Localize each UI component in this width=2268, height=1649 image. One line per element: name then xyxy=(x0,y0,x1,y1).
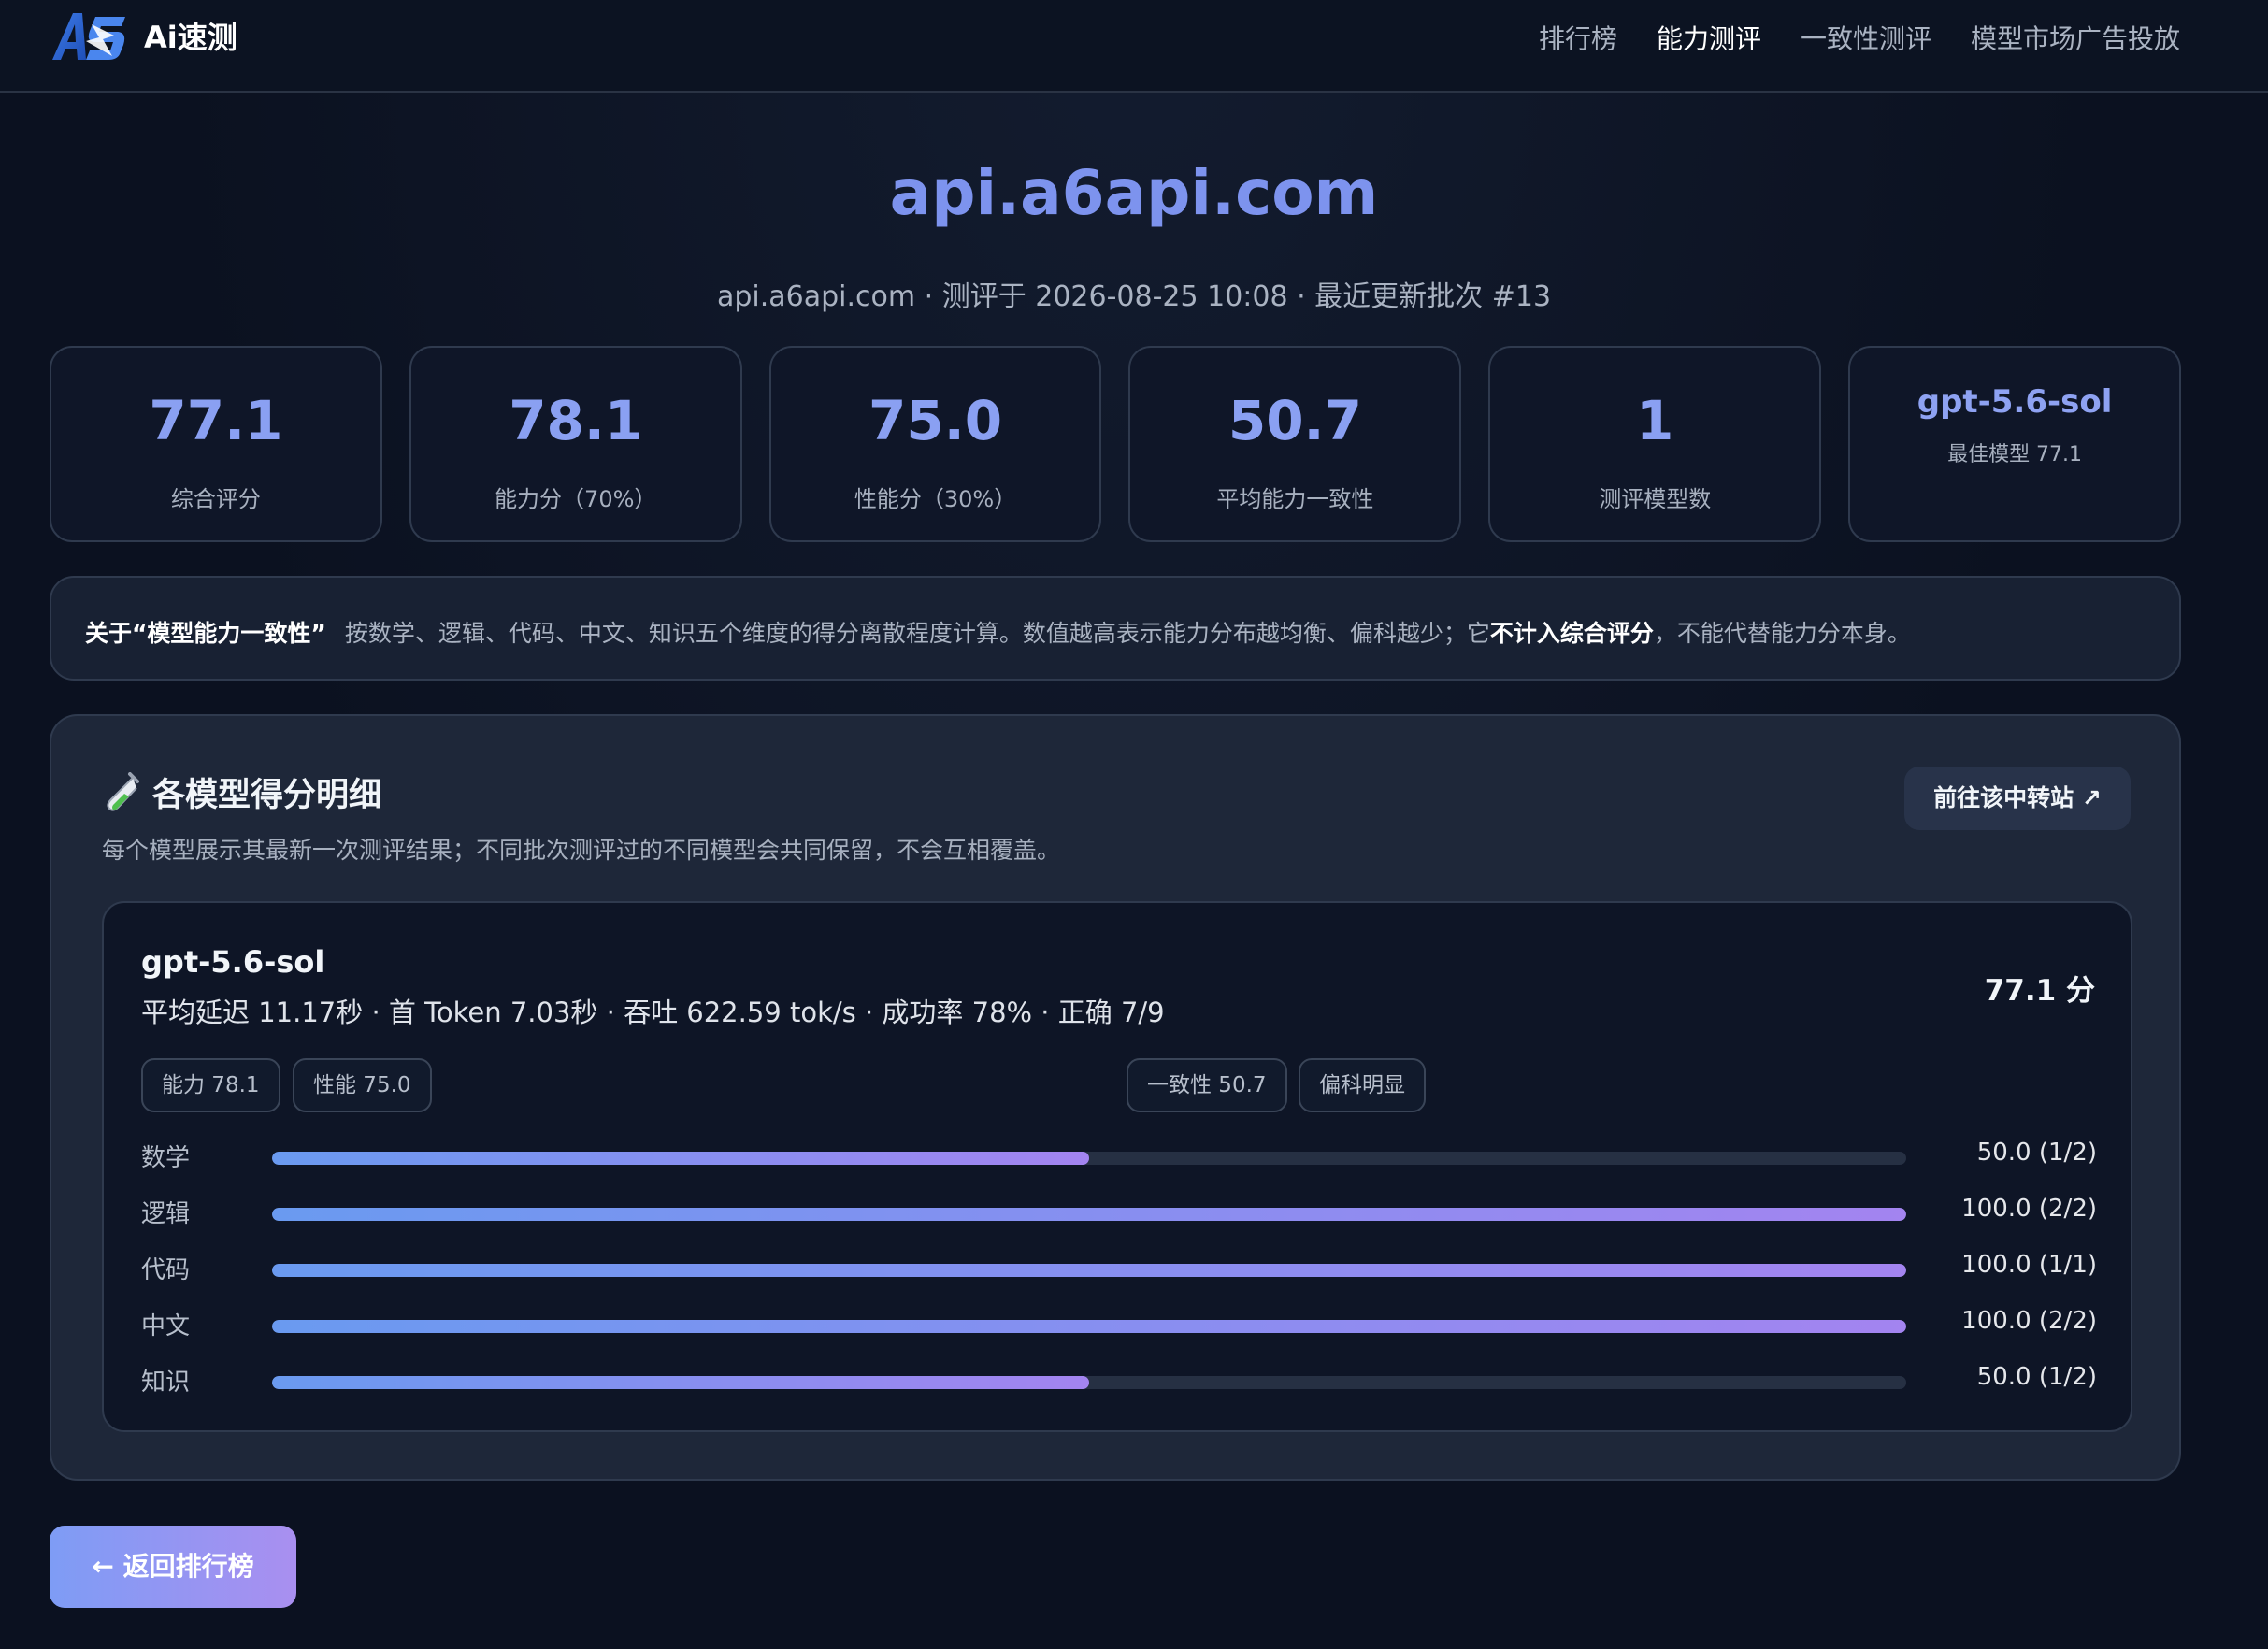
dimension-row: 知识 50.0 (1/2) xyxy=(141,1355,2097,1412)
consistency-note: 关于“模型能力一致性” 按数学、逻辑、代码、中文、知识五个维度的得分离散程度计算。… xyxy=(50,576,2181,681)
model-name: gpt-5.6-sol xyxy=(141,944,325,980)
stat-label: 平均能力一致性 xyxy=(1216,486,1374,512)
dimension-row: 中文 100.0 (2/2) xyxy=(141,1299,2097,1355)
stats-row: 77.1 综合评分 78.1 能力分（70%） 75.0 性能分（30%） 50… xyxy=(50,346,2181,542)
stat-card-performance: 75.0 性能分（30%） xyxy=(768,346,1102,542)
dimension-fill xyxy=(272,1152,1089,1165)
stat-card-model-count: 1 测评模型数 xyxy=(1488,346,1822,542)
dimension-value: 100.0 (1/1) xyxy=(1961,1251,2097,1279)
panel-title-text: 各模型得分明细 xyxy=(152,777,382,814)
brand-name: Ai速测 xyxy=(144,20,237,55)
model-score: 77.1 分 xyxy=(1984,974,2095,1008)
dimension-fill xyxy=(272,1264,1906,1277)
dimension-value: 50.0 (1/2) xyxy=(1976,1363,2097,1391)
note-text: 按数学、逻辑、代码、中文、知识五个维度的得分离散程度计算。数值越高表示能力分布越… xyxy=(344,620,1490,647)
dimension-value: 100.0 (2/2) xyxy=(1961,1195,2097,1223)
dimension-row: 逻辑 100.0 (2/2) xyxy=(141,1187,2097,1243)
page-title: api.a6api.com xyxy=(889,157,1379,229)
dimension-track xyxy=(272,1376,1906,1389)
note-title: 关于“模型能力一致性” xyxy=(85,620,326,647)
stat-card-overall: 77.1 综合评分 xyxy=(50,346,382,542)
stat-value: 75.0 xyxy=(868,389,1003,452)
dimension-fill xyxy=(272,1208,1906,1221)
logo-icon xyxy=(52,13,125,60)
dimension-track xyxy=(272,1320,1906,1333)
stat-card-best-model: gpt-5.6-sol 最佳模型 77.1 xyxy=(1848,346,2181,542)
stat-card-consistency: 50.7 平均能力一致性 xyxy=(1128,346,1462,542)
dimension-label: 知识 xyxy=(141,1369,191,1397)
stat-label: 综合评分 xyxy=(170,486,261,512)
ability-tag: 能力 78.1 xyxy=(141,1058,280,1112)
stat-label: 最佳模型 77.1 xyxy=(1947,443,2083,466)
panel-description: 每个模型展示其最新一次测评结果；不同批次测评过的不同模型会共同保留，不会互相覆盖… xyxy=(102,837,1061,864)
top-nav-bar: Ai速测 排行榜 能力测评 一致性测评 模型市场广告投放 xyxy=(0,0,2268,93)
model-metrics: 平均延迟 11.17秒 · 首 Token 7.03秒 · 吞吐 622.59 … xyxy=(141,997,1165,1028)
stat-value: 78.1 xyxy=(509,389,643,452)
consistency-tag: 一致性 50.7 xyxy=(1127,1058,1287,1112)
go-to-relay-button[interactable]: 前往该中转站 ↗ xyxy=(1904,767,2131,830)
dimension-track xyxy=(272,1208,1906,1221)
brand[interactable]: Ai速测 xyxy=(49,7,237,64)
dimension-label: 逻辑 xyxy=(141,1200,191,1228)
dimension-label: 中文 xyxy=(141,1312,191,1341)
stat-label: 能力分（70%） xyxy=(495,486,657,512)
nav-leaderboard[interactable]: 排行榜 xyxy=(1539,19,1617,56)
stat-label: 测评模型数 xyxy=(1599,486,1712,512)
stat-card-ability: 78.1 能力分（70%） xyxy=(409,346,742,542)
dimension-fill xyxy=(272,1320,1906,1333)
dimension-row: 数学 50.0 (1/2) xyxy=(141,1131,2097,1187)
note-text-end: ，不能代替能力分本身。 xyxy=(1653,620,1911,647)
page-subtitle: api.a6api.com · 测评于 2026-08-25 10:08 · 最… xyxy=(716,280,1552,313)
model-card: gpt-5.6-sol 平均延迟 11.17秒 · 首 Token 7.03秒 … xyxy=(102,901,2132,1432)
main-nav: 排行榜 能力测评 一致性测评 模型市场广告投放 xyxy=(1539,19,2180,56)
stat-label: 性能分（30%） xyxy=(854,486,1017,512)
stat-value: 50.7 xyxy=(1227,389,1362,452)
dimension-bars: 数学 50.0 (1/2) 逻辑 100.0 (2/2) 代码 100.0 (1… xyxy=(141,1131,2097,1412)
stat-value: 1 xyxy=(1636,389,1674,452)
stat-value: gpt-5.6-sol xyxy=(1916,383,2113,421)
dimension-label: 数学 xyxy=(141,1144,191,1172)
stat-value: 77.1 xyxy=(149,389,283,452)
dimension-value: 50.0 (1/2) xyxy=(1976,1139,2097,1167)
model-detail-panel: 各模型得分明细 每个模型展示其最新一次测评结果；不同批次测评过的不同模型会共同保… xyxy=(50,714,2181,1481)
dimension-label: 代码 xyxy=(141,1256,191,1284)
note-emphasis: 不计入综合评分 xyxy=(1489,620,1654,647)
panel-title: 各模型得分明细 xyxy=(102,768,381,816)
performance-tag: 性能 75.0 xyxy=(293,1058,432,1112)
dimension-track xyxy=(272,1264,1906,1277)
nav-model-market-ads[interactable]: 模型市场广告投放 xyxy=(1971,19,2180,56)
dimension-row: 代码 100.0 (1/1) xyxy=(141,1243,2097,1299)
test-tube-icon xyxy=(107,771,139,811)
bias-tag: 偏科明显 xyxy=(1299,1058,1426,1112)
back-to-leaderboard-button[interactable]: ← 返回排行榜 xyxy=(50,1526,296,1608)
dimension-track xyxy=(272,1152,1906,1165)
nav-capability-eval[interactable]: 能力测评 xyxy=(1657,19,1761,56)
nav-consistency-eval[interactable]: 一致性测评 xyxy=(1801,19,1931,56)
dimension-fill xyxy=(272,1376,1089,1389)
dimension-value: 100.0 (2/2) xyxy=(1961,1307,2097,1335)
